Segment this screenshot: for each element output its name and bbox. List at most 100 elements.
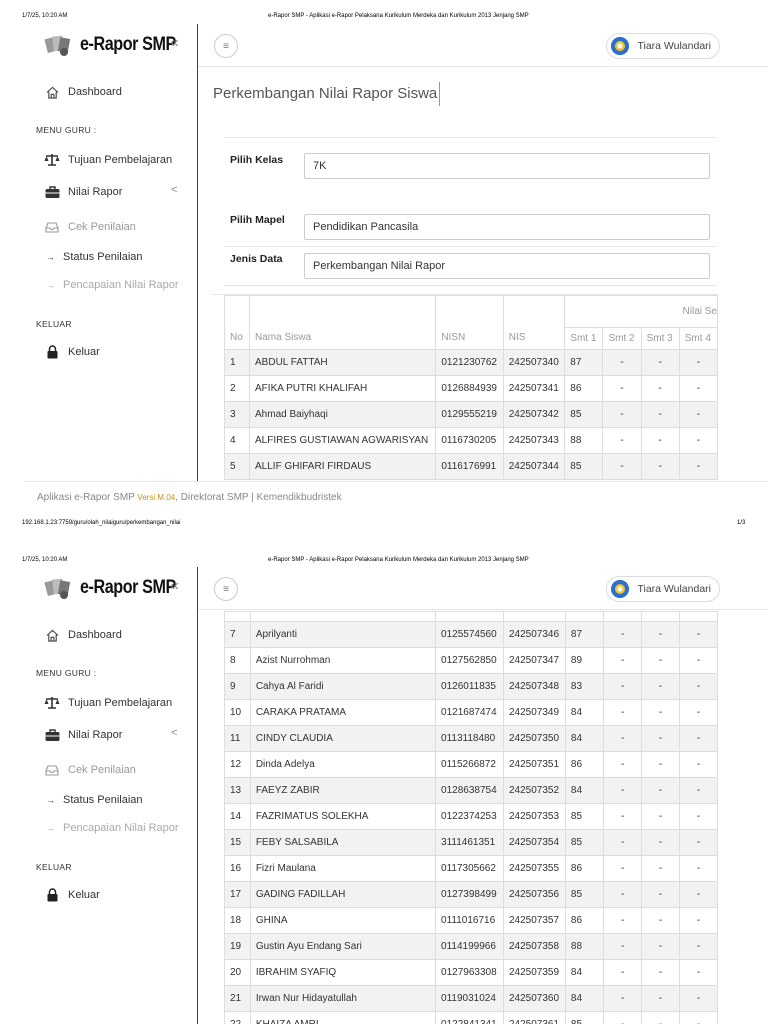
cell-smt3: -	[641, 933, 681, 960]
cell-nisn: 0127562850	[435, 647, 504, 674]
cell-smt1: 85	[564, 881, 605, 908]
arrow-right-icon: →	[46, 280, 55, 290]
sidebar-label-status-penilaian: Status Penilaian	[63, 794, 143, 806]
grades-table: 7 Aprilyanti 0125574560 242507346 87- - -8 Azis…	[224, 611, 718, 1024]
cell-smt4: -	[679, 803, 718, 830]
col-header-smt1: Smt 1	[564, 327, 604, 350]
topbar: ≡ Tiara Wulandari	[198, 567, 768, 610]
sidebar-item-cek-penilaian[interactable]: Cek Penilaian	[44, 762, 136, 778]
cell-nama: Dinda Adelya	[249, 751, 437, 778]
sidebar-item-keluar[interactable]: Keluar	[44, 887, 100, 903]
print-datetime-2: 1/7/25, 10:20 AM	[22, 557, 68, 563]
cell-smt3: -	[641, 777, 681, 804]
cell-no: 17	[224, 881, 251, 908]
home-icon	[44, 627, 60, 643]
cell-smt1: 84	[564, 725, 605, 752]
table-row: 12 Dinda Adelya 0115266872 242507351 86- - -	[224, 751, 718, 778]
cell-nisn: 0127963308	[435, 959, 504, 986]
chevron-left-icon[interactable]: <	[171, 727, 177, 739]
sidebar-item-tujuan[interactable]: Tujuan Pembelajaran	[44, 152, 172, 168]
cell-nis: 242507342	[502, 401, 566, 428]
cell-no: 19	[224, 933, 251, 960]
user-name: Tiara Wulandari	[637, 583, 711, 595]
hamburger-menu-button[interactable]: ≡	[214, 577, 238, 601]
home-icon	[44, 84, 60, 100]
sidebar-item-status-penilaian[interactable]: → Status Penilaian	[46, 251, 143, 263]
cell-smt4: -	[679, 855, 718, 882]
cell-nisn: 0126011835	[435, 673, 504, 700]
cell-smt3: -	[640, 427, 680, 454]
arrow-right-icon: →	[46, 252, 55, 262]
mapel-select[interactable]: Pendidikan Pancasila	[304, 214, 710, 240]
collapse-sidebar-icon[interactable]: «	[170, 577, 179, 595]
cell-nis: 242507359	[502, 959, 566, 986]
keluar-header: KELUAR	[36, 319, 72, 329]
cell-smt4: -	[679, 647, 718, 674]
cell-smt4: -	[679, 985, 718, 1012]
cell-smt3: -	[641, 829, 681, 856]
cell-smt1: 87	[564, 621, 605, 648]
cell-smt1: 85	[564, 453, 604, 480]
sidebar-item-nilai-rapor[interactable]: Nilai Rapor	[44, 727, 122, 743]
sidebar-item-dashboard[interactable]: Dashboard	[44, 627, 122, 643]
sidebar-item-keluar[interactable]: Keluar	[44, 344, 100, 360]
cell-smt1: 88	[564, 427, 604, 454]
collapse-sidebar-icon[interactable]: «	[170, 34, 179, 52]
cell-smt2: -	[603, 673, 643, 700]
kelas-select[interactable]: 7K	[304, 153, 710, 179]
cell-smt4: -	[679, 699, 718, 726]
cell-no: 1	[223, 349, 251, 376]
table-row: 13 FAEYZ ZABIR 0128638754 242507352 84- - -	[224, 777, 718, 804]
lock-icon	[44, 887, 60, 903]
sidebar-item-nilai-rapor[interactable]: Nilai Rapor	[44, 184, 122, 200]
cell-no: 5	[223, 453, 251, 480]
cell-smt3: -	[641, 855, 681, 882]
form-row-kelas: Pilih Kelas 7K	[224, 137, 716, 179]
sidebar-item-status-penilaian[interactable]: → Status Penilaian	[46, 794, 143, 806]
print-datetime: 1/7/25, 10:20 AM	[22, 13, 68, 19]
cell-smt4: -	[679, 959, 718, 986]
cell-nis: 242507348	[502, 673, 566, 700]
cell-smt2: -	[603, 647, 643, 674]
cell-smt2: -	[603, 907, 643, 934]
title-separator	[439, 82, 440, 106]
jenis-label: Jenis Data	[230, 253, 283, 265]
print-url: 192.168.1.23:7759/guru/olah_nilaiguru/pe…	[22, 520, 181, 526]
user-menu[interactable]: Tiara Wulandari	[606, 576, 720, 602]
cell-nisn: 0125574560	[435, 621, 504, 648]
col-header-nama: Nama Siswa	[249, 295, 437, 350]
sidebar-item-cek-penilaian[interactable]: Cek Penilaian	[44, 219, 136, 235]
cell-nisn: 0122841341	[435, 1011, 504, 1024]
user-menu[interactable]: Tiara Wulandari	[606, 33, 720, 59]
cell-nama: ALFIRES GUSTIAWAN AGWARISYAN	[249, 427, 437, 454]
chevron-left-icon[interactable]: <	[171, 184, 177, 196]
avatar	[611, 37, 630, 55]
cell-nama: Irwan Nur Hidayatullah	[249, 985, 437, 1012]
hamburger-icon: ≡	[223, 40, 229, 52]
page-title: Perkembangan Nilai Rapor Siswa	[213, 85, 438, 102]
brand-name: e-Rapor SMP	[80, 34, 176, 55]
logo-icon	[44, 32, 74, 58]
cell-smt3: -	[641, 985, 681, 1012]
sidebar-item-pencapaian[interactable]: → Pencapaian Nilai Rapor	[46, 822, 179, 834]
cell-no: 18	[224, 907, 251, 934]
jenis-select[interactable]: Perkembangan Nilai Rapor	[304, 253, 710, 279]
sidebar-item-pencapaian[interactable]: → Pencapaian Nilai Rapor	[46, 279, 179, 291]
cell-smt3: -	[641, 621, 681, 648]
cell-smt2: -	[603, 725, 643, 752]
cell-smt2: -	[602, 453, 642, 480]
cell-smt2: -	[602, 375, 642, 402]
cell-smt1: 84	[564, 699, 605, 726]
cell-nama: CARAKA PRATAMA	[249, 699, 437, 726]
hamburger-menu-button[interactable]: ≡	[214, 34, 238, 58]
cell-nisn: 0113118480	[435, 725, 504, 752]
cell-nis: 242507355	[502, 855, 566, 882]
table-row: 8 Azist Nurrohman 0127562850 242507347 89- - -	[224, 647, 718, 674]
sidebar-label-dashboard: Dashboard	[68, 86, 122, 98]
sidebar-item-tujuan[interactable]: Tujuan Pembelajaran	[44, 695, 172, 711]
table-row: 5 ALLIF GHIFARI FIRDAUS 0116176991 24250734…	[223, 453, 718, 480]
cell-smt4: -	[679, 621, 718, 648]
cell-nisn: 0122374253	[435, 803, 504, 830]
cell-smt3: -	[640, 375, 680, 402]
sidebar-item-dashboard[interactable]: Dashboard	[44, 84, 122, 100]
